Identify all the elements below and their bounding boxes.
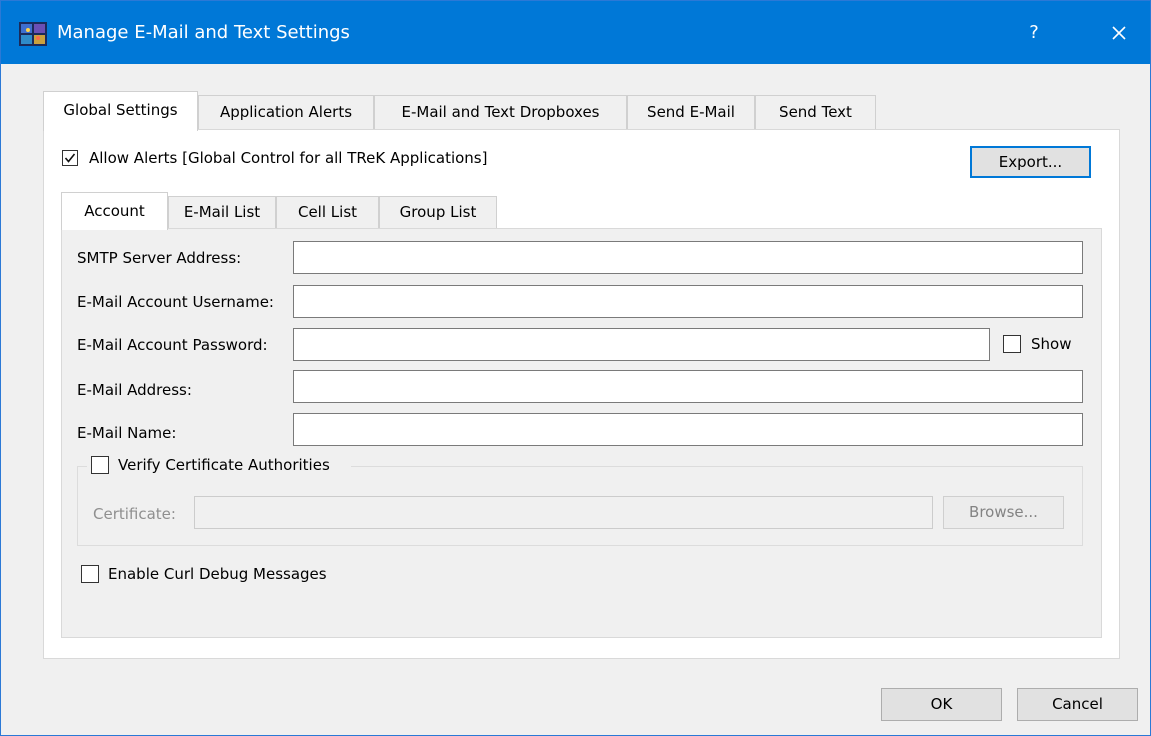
subtab-account[interactable]: Account	[61, 192, 168, 230]
certificate-input[interactable]	[194, 496, 933, 529]
certificate-label: Certificate:	[93, 505, 176, 523]
tab-label: Application Alerts	[219, 103, 353, 121]
export-button[interactable]: Export...	[970, 146, 1091, 178]
ok-button[interactable]: OK	[881, 688, 1002, 721]
email-name-label: E-Mail Name:	[77, 424, 177, 442]
username-input[interactable]	[293, 285, 1083, 318]
dialog-window: Manage E-Mail and Text Settings ? Global…	[0, 0, 1151, 736]
tab-label: Send E-Mail	[647, 103, 735, 121]
smtp-server-input[interactable]	[293, 241, 1083, 274]
email-address-input[interactable]	[293, 370, 1083, 403]
subtab-group-list[interactable]: Group List	[379, 196, 497, 228]
verify-certificate-checkbox[interactable]	[91, 456, 109, 474]
tab-label: Account	[84, 202, 145, 220]
tab-label: E-Mail List	[183, 203, 261, 221]
title-bar: Manage E-Mail and Text Settings ?	[1, 1, 1150, 64]
tab-send-email[interactable]: Send E-Mail	[627, 95, 755, 129]
tab-label: Group List	[399, 203, 477, 221]
username-label: E-Mail Account Username:	[77, 293, 274, 311]
close-x-icon	[1112, 26, 1126, 40]
browse-button[interactable]: Browse...	[943, 496, 1064, 529]
checkmark-icon	[64, 153, 76, 163]
allow-alerts-label: Allow Alerts [Global Control for all TRe…	[89, 149, 488, 167]
show-password-label: Show	[1031, 335, 1072, 353]
tab-application-alerts[interactable]: Application Alerts	[198, 95, 374, 129]
trek-app-icon	[19, 22, 47, 46]
email-name-input[interactable]	[293, 413, 1083, 446]
help-button[interactable]: ?	[1011, 17, 1057, 49]
curl-debug-checkbox[interactable]	[81, 565, 99, 583]
email-address-label: E-Mail Address:	[77, 381, 192, 399]
subtab-email-list[interactable]: E-Mail List	[168, 196, 276, 228]
smtp-server-label: SMTP Server Address:	[77, 249, 242, 267]
cancel-button[interactable]: Cancel	[1017, 688, 1138, 721]
tab-label: Send Text	[779, 103, 852, 121]
allow-alerts-checkbox[interactable]	[62, 150, 78, 166]
password-input[interactable]	[293, 328, 990, 361]
password-label: E-Mail Account Password:	[77, 336, 268, 354]
tab-global-settings[interactable]: Global Settings	[43, 91, 198, 131]
tab-dropboxes[interactable]: E-Mail and Text Dropboxes	[374, 95, 627, 129]
tab-label: E-Mail and Text Dropboxes	[401, 103, 600, 121]
window-title: Manage E-Mail and Text Settings	[57, 22, 350, 43]
curl-debug-label: Enable Curl Debug Messages	[108, 565, 327, 583]
verify-certificate-label: Verify Certificate Authorities	[118, 456, 330, 474]
tab-label: Cell List	[297, 203, 358, 221]
tab-send-text[interactable]: Send Text	[755, 95, 876, 129]
subtab-cell-list[interactable]: Cell List	[276, 196, 379, 228]
show-password-checkbox[interactable]	[1003, 335, 1021, 353]
close-button[interactable]	[1096, 17, 1142, 49]
tab-label: Global Settings	[63, 101, 178, 119]
